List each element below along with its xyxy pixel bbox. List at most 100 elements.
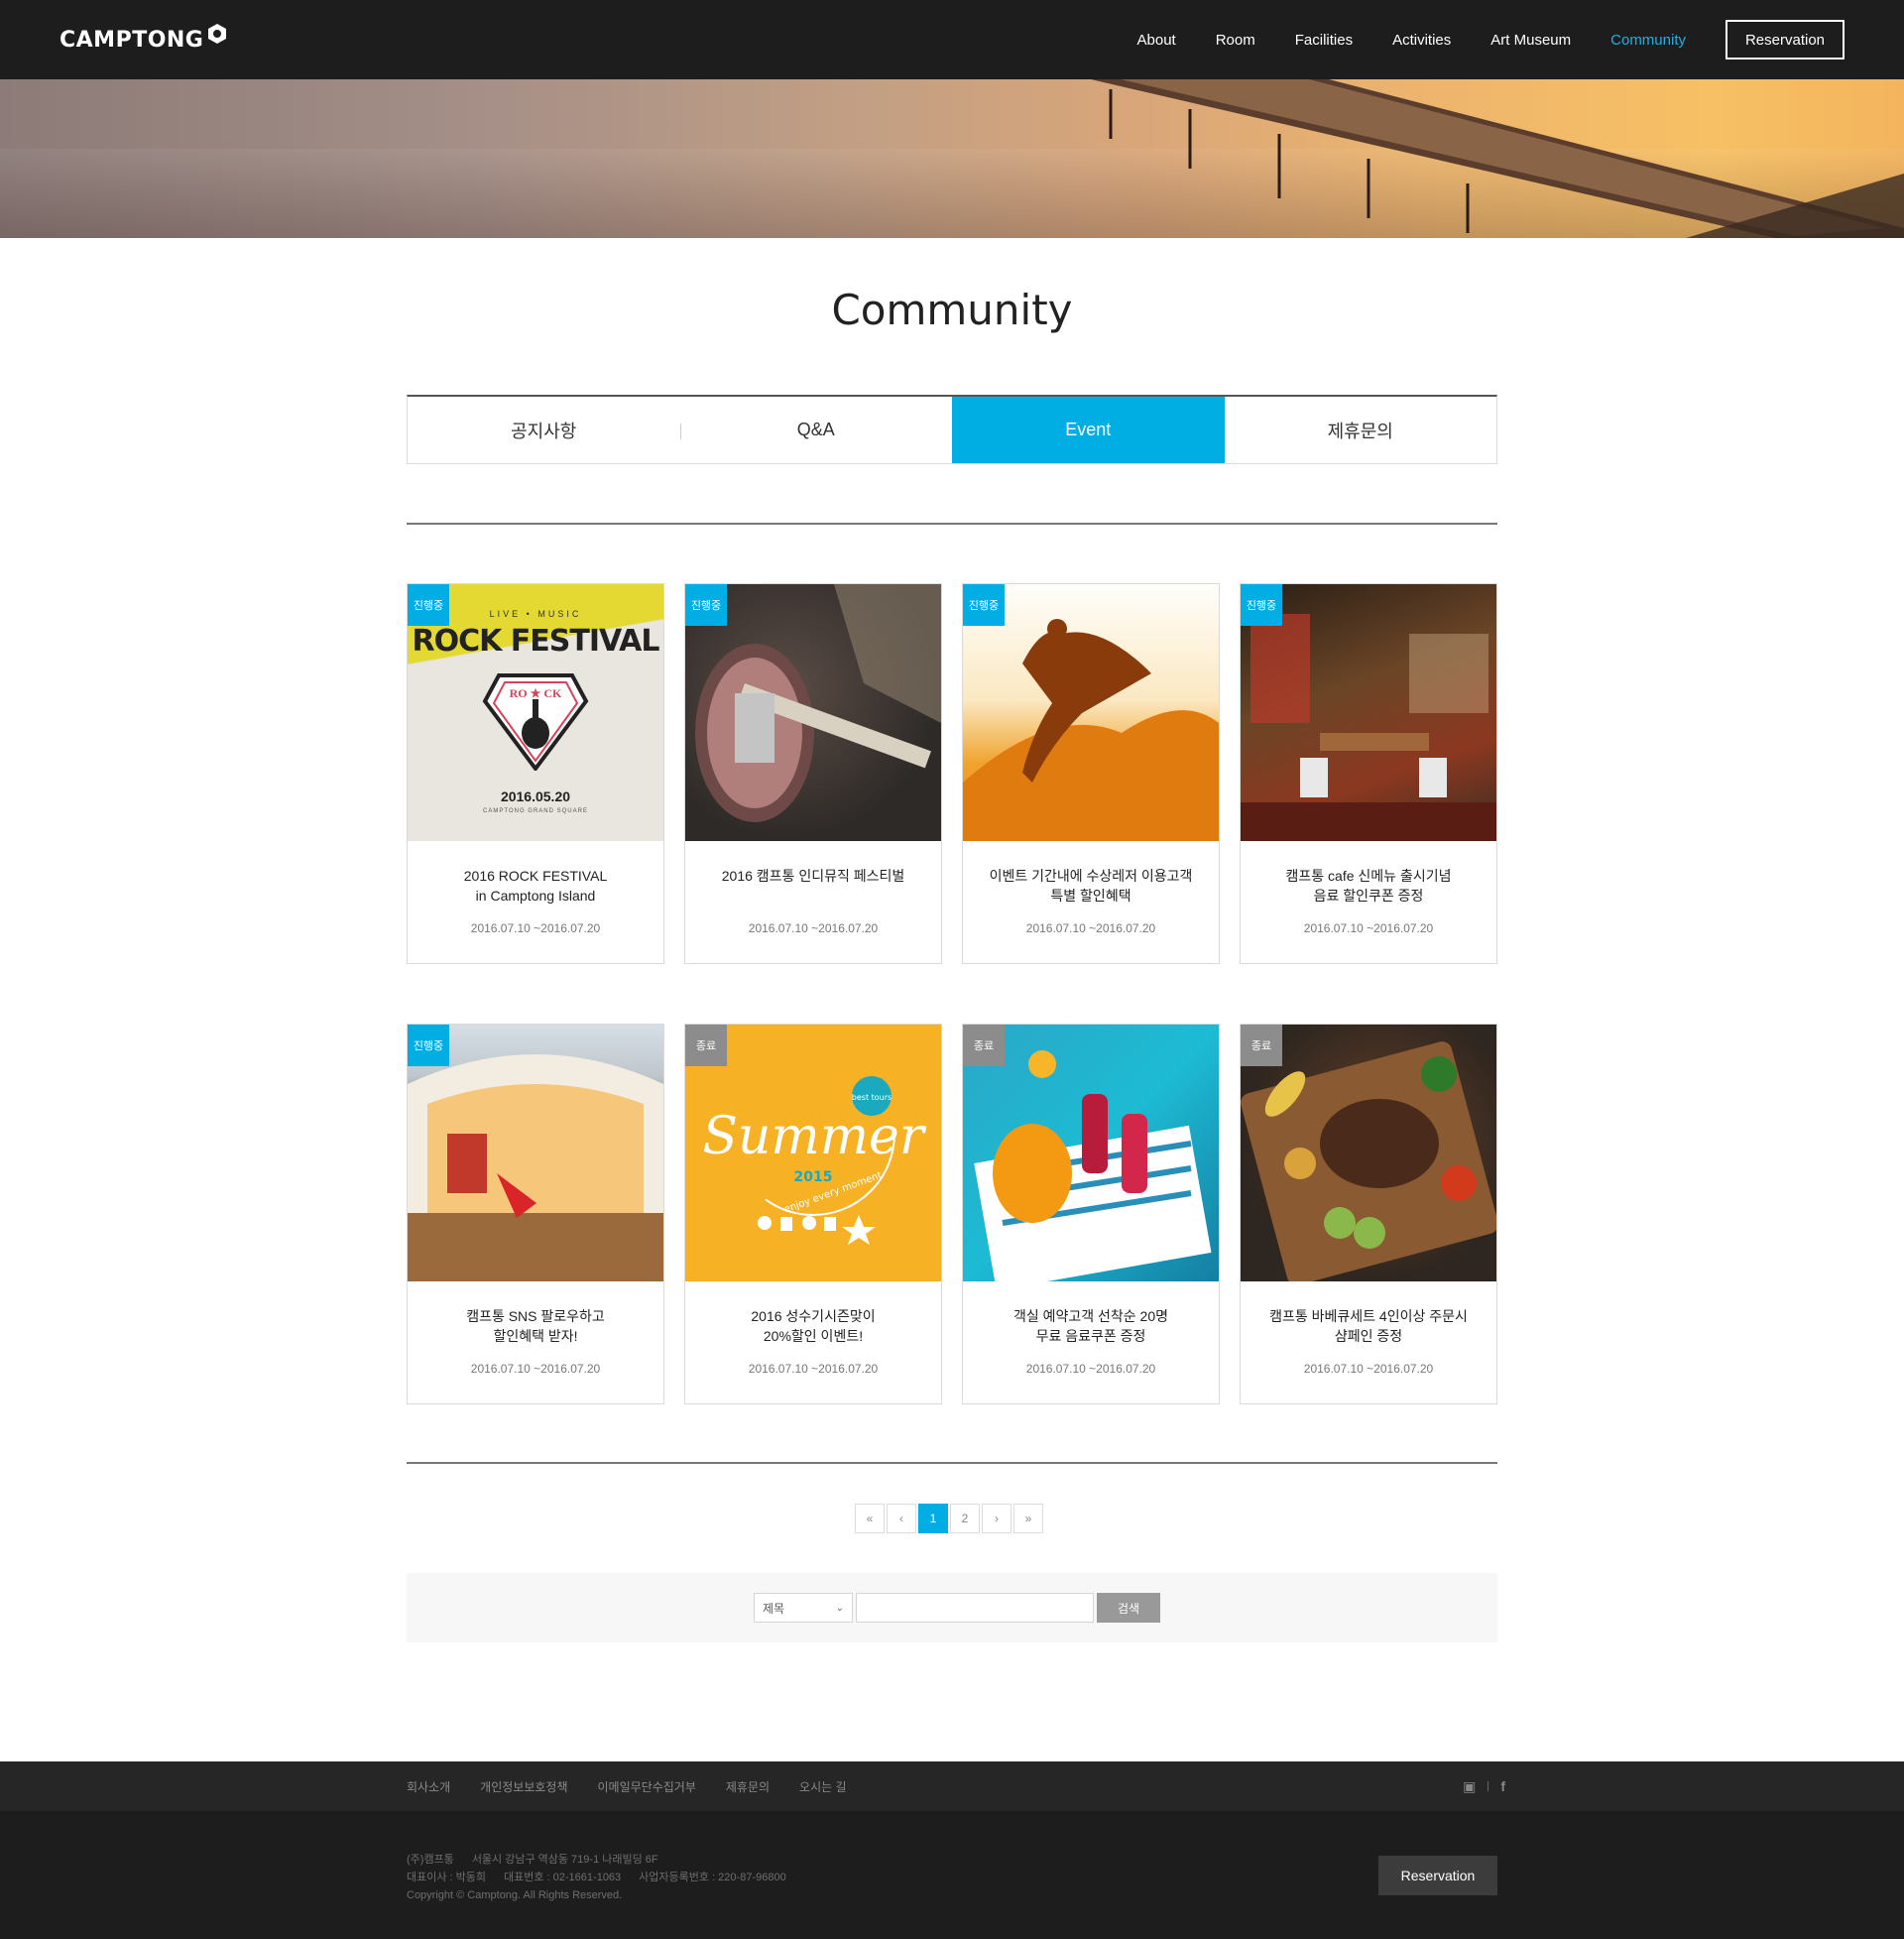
pier-image <box>1091 79 1904 238</box>
event-date: 2016.07.10 ~2016.07.20 <box>748 1362 879 1376</box>
search-input[interactable] <box>856 1593 1094 1623</box>
event-thumbnail: 진행중 <box>1241 584 1496 841</box>
event-date: 2016.07.10 ~2016.07.20 <box>1303 1362 1434 1376</box>
event-card[interactable]: 진행중 캠프통 cafe 신메뉴 출시기념 음료 할인쿠폰 증정 2016.07… <box>1240 583 1497 964</box>
blog-icon[interactable]: ▣ <box>1463 1778 1476 1795</box>
summer-year: 2015 <box>794 1169 833 1185</box>
event-card[interactable]: 종료 캠프통 바베큐세트 4인이상 주문시 샴페인 증정 2016.07.10 … <box>1240 1024 1497 1404</box>
event-title-line1: 2016 성수기시즌맞이 <box>751 1308 876 1324</box>
event-title-line1: 객실 예약고객 선착순 20명 <box>1012 1308 1169 1324</box>
poster-date: 2016.05.20 <box>500 788 571 804</box>
event-title-line2: 무료 음료쿠폰 증정 <box>1035 1328 1146 1344</box>
company-biz-number: 사업자등록번호 : 220-87-96800 <box>639 1872 786 1883</box>
nav-about[interactable]: About <box>1137 32 1176 49</box>
footer-info: (주)캠프통 서울시 강남구 역삼동 719-1 나래빌딩 6F 대표이사 : 박… <box>0 1811 1904 1939</box>
event-card[interactable]: 진행중 캠프통 SNS 팔로우하고 할인혜택 받자! 2016.07.10 ~2… <box>407 1024 664 1404</box>
event-title-line2: 특별 할인혜택 <box>1050 888 1131 904</box>
footer-links: 회사소개 개인정보보호정책 이메일무단수집거부 제휴문의 오시는 길 <box>407 1761 877 1811</box>
event-title-line2: 20%할인 이벤트! <box>763 1328 864 1344</box>
event-grid: 진행중 LIVE • MUSIC ROCK FESTIVAL RO ★ CK 2… <box>407 583 1497 1404</box>
footer-link-email-policy[interactable]: 이메일무단수집거부 <box>598 1778 696 1795</box>
event-title: 캠프통 바베큐세트 4인이상 주문시 샴페인 증정 <box>1250 1306 1487 1346</box>
event-date: 2016.07.10 ~2016.07.20 <box>1303 921 1434 935</box>
status-badge: 종료 <box>1241 1025 1282 1066</box>
event-thumbnail: 진행중 <box>963 584 1219 841</box>
hero-banner <box>0 79 1904 238</box>
next-page-icon[interactable]: › <box>982 1504 1012 1533</box>
tab-qna[interactable]: Q&A <box>679 397 953 463</box>
event-title-line1: 캠프통 바베큐세트 4인이상 주문시 <box>1269 1308 1468 1324</box>
event-title-line1: 2016 ROCK FESTIVAL <box>463 868 608 884</box>
footer-link-company[interactable]: 회사소개 <box>407 1778 450 1795</box>
board-tabs: 공지사항 Q&A Event 제휴문의 <box>407 395 1497 464</box>
event-title-line1: 2016 캠프통 인디뮤직 페스티벌 <box>721 868 905 884</box>
event-card[interactable]: 진행중 2016 캠프통 인디뮤직 페스티벌 2016.07.10 ~2016.… <box>684 583 942 964</box>
event-title: 2016 ROCK FESTIVAL in Camptong Island <box>417 866 654 906</box>
company-name: (주)캠프통 <box>407 1854 454 1866</box>
event-title-line1: 캠프통 SNS 팔로우하고 <box>466 1308 605 1324</box>
status-badge: 진행중 <box>408 584 449 626</box>
footer-link-partnership[interactable]: 제휴문의 <box>726 1778 770 1795</box>
svg-text:RO ★ CK: RO ★ CK <box>510 686 562 700</box>
reservation-button[interactable]: Reservation <box>1726 20 1844 60</box>
footer-reservation-button[interactable]: Reservation <box>1378 1856 1497 1895</box>
event-thumbnail: 진행중 <box>408 1025 663 1281</box>
footer-link-privacy[interactable]: 개인정보보호정책 <box>480 1778 567 1795</box>
event-date: 2016.07.10 ~2016.07.20 <box>470 1362 601 1376</box>
company-address: 서울시 강남구 역삼동 719-1 나래빌딩 6F <box>471 1854 658 1866</box>
event-title: 2016 캠프통 인디뮤직 페스티벌 <box>695 866 931 886</box>
event-date: 2016.07.10 ~2016.07.20 <box>748 921 879 935</box>
logo-text: CAMPTONG <box>60 27 204 53</box>
footer-links-bar: 회사소개 개인정보보호정책 이메일무단수집거부 제휴문의 오시는 길 ▣ f <box>0 1761 1904 1811</box>
facebook-icon[interactable]: f <box>1500 1778 1505 1794</box>
social-links: ▣ f <box>1463 1761 1505 1811</box>
search-bar: 제목 ⌄ 검색 <box>407 1573 1497 1642</box>
pagination: « ‹ 1 2 › » <box>855 1504 1045 1533</box>
divider-top <box>407 523 1497 525</box>
event-card[interactable]: 진행중 이벤트 기간내에 수상레저 이용고객 특별 할인혜택 2016.07.1… <box>962 583 1220 964</box>
company-info: (주)캠프통 서울시 강남구 역삼동 719-1 나래빌딩 6F 대표이사 : 박… <box>407 1851 804 1904</box>
nav-activities[interactable]: Activities <box>1392 32 1451 49</box>
event-thumbnail: 종료 <box>1241 1025 1496 1281</box>
event-card[interactable]: 진행중 LIVE • MUSIC ROCK FESTIVAL RO ★ CK 2… <box>407 583 664 964</box>
nav-room[interactable]: Room <box>1216 32 1255 49</box>
status-badge: 종료 <box>685 1025 727 1066</box>
summer-seal: best tours <box>852 1093 892 1102</box>
page-1[interactable]: 1 <box>918 1504 948 1533</box>
status-badge: 진행중 <box>963 584 1005 626</box>
nav-facilities[interactable]: Facilities <box>1295 32 1353 49</box>
nav-art-museum[interactable]: Art Museum <box>1490 32 1571 49</box>
event-title: 캠프통 SNS 팔로우하고 할인혜택 받자! <box>417 1306 654 1346</box>
event-title: 2016 성수기시즌맞이 20%할인 이벤트! <box>695 1306 931 1346</box>
status-badge: 진행중 <box>685 584 727 626</box>
event-title-line2: 샴페인 증정 <box>1334 1328 1403 1344</box>
tab-notice[interactable]: 공지사항 <box>408 397 680 463</box>
tab-event[interactable]: Event <box>952 397 1225 463</box>
guitar-emblem-icon: RO ★ CK <box>482 673 589 771</box>
tab-partnership[interactable]: 제휴문의 <box>1225 397 1497 463</box>
nav-community[interactable]: Community <box>1610 32 1686 49</box>
search-field-value: 제목 <box>763 1601 785 1616</box>
event-thumbnail: 종료 Summer 2015 enjoy every moment best t… <box>685 1025 941 1281</box>
logo[interactable]: CAMPTONG <box>60 22 229 58</box>
logo-hex-icon <box>208 24 227 44</box>
summer-word: Summer <box>702 1107 927 1166</box>
prev-page-icon[interactable]: ‹ <box>887 1504 916 1533</box>
search-button[interactable]: 검색 <box>1097 1593 1160 1623</box>
event-thumbnail: 종료 <box>963 1025 1219 1281</box>
event-title-line1: 캠프통 cafe 신메뉴 출시기념 <box>1285 868 1452 884</box>
event-title-line1: 이벤트 기간내에 수상레저 이용고객 <box>989 868 1193 884</box>
search-field-select[interactable]: 제목 ⌄ <box>754 1593 853 1623</box>
last-page-icon[interactable]: » <box>1013 1504 1043 1533</box>
event-title: 객실 예약고객 선착순 20명 무료 음료쿠폰 증정 <box>973 1306 1209 1346</box>
footer-link-directions[interactable]: 오시는 길 <box>799 1778 847 1795</box>
copyright: Copyright © Camptong. All Rights Reserve… <box>407 1889 623 1901</box>
first-page-icon[interactable]: « <box>855 1504 885 1533</box>
company-ceo: 대표이사 : 박동희 <box>407 1872 487 1883</box>
page-title: Community <box>831 286 1073 334</box>
status-badge: 종료 <box>963 1025 1005 1066</box>
page-2[interactable]: 2 <box>950 1504 980 1533</box>
event-card[interactable]: 종료 객실 예약고객 선착순 20명 무료 음료쿠폰 증정 2016.07.10… <box>962 1024 1220 1404</box>
poster-place: CAMPTONG GRAND SQUARE <box>483 808 588 814</box>
event-card[interactable]: 종료 Summer 2015 enjoy every moment best t… <box>684 1024 942 1404</box>
